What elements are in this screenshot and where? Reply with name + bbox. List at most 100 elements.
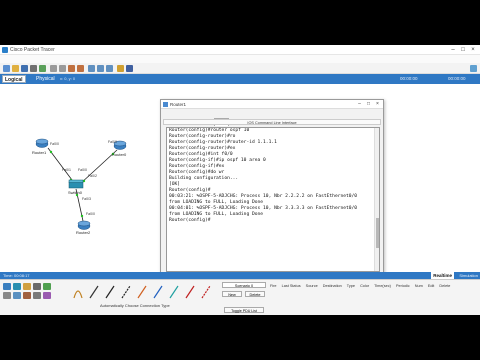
device-label-router1: Router1 — [32, 150, 47, 155]
console-cable-icon — [89, 285, 99, 299]
undo-icon[interactable] — [68, 65, 75, 72]
link-router1-switch0 — [47, 147, 76, 185]
serial-dte-cable-icon — [201, 285, 211, 299]
title-bar: Cisco Packet Tracer – □ × — [0, 45, 480, 55]
pdu-col-destination: Destination — [322, 284, 342, 288]
link-status-dot — [49, 150, 53, 154]
multiuser-category-icon[interactable] — [43, 292, 51, 299]
crossover-cable-icon — [121, 285, 131, 299]
pdu-col-periodic: Periodic — [395, 284, 410, 288]
tab-logical[interactable]: Logical — [2, 75, 26, 83]
simulation-mode-button[interactable]: Simulation — [459, 272, 478, 279]
menu-bar: File Edit Options View Tools Extensions … — [0, 55, 480, 69]
cli-header: IOS Command Line Interface — [163, 119, 381, 125]
workspace-bar: Logical Physical x: 0, y: 0 00:00:00 00:… — [0, 74, 480, 84]
phone-cable-icon — [153, 285, 163, 299]
packet-tracer-logo-icon — [2, 47, 8, 53]
pdu-col-edit: Edit — [427, 284, 435, 288]
realtime-mode-button[interactable]: Realtime — [431, 272, 454, 279]
packet-tracer-window: Cisco Packet Tracer – □ × File Edit Opti… — [0, 45, 480, 315]
paste-icon[interactable] — [59, 65, 66, 72]
port-label: Fa0/0 — [78, 168, 87, 172]
router1-cli-window: Router1 – □ × Physical Config CLI Attrib… — [160, 99, 384, 291]
topology-diagram — [35, 138, 127, 230]
switches-category-icon[interactable] — [13, 283, 21, 290]
zoom-reset-icon[interactable] — [106, 65, 113, 72]
wan-emulation-category-icon[interactable] — [23, 292, 31, 299]
save-icon[interactable] — [21, 65, 28, 72]
cli-window-title-bar: Router1 – □ × — [161, 100, 383, 109]
port-label: Fa0/0 — [108, 140, 117, 144]
cli-maximize-button[interactable]: □ — [364, 100, 373, 108]
new-file-icon[interactable] — [3, 65, 10, 72]
video-frame: Cisco Packet Tracer – □ × File Edit Opti… — [0, 0, 480, 360]
scenario-select[interactable]: Scenario 0 — [222, 282, 266, 288]
drawing-palette-icon[interactable] — [117, 65, 124, 72]
serial-dce-cable-icon — [185, 285, 195, 299]
custom-devices-icon[interactable] — [126, 65, 133, 72]
routers-category-icon[interactable] — [3, 283, 11, 290]
open-folder-icon[interactable] — [12, 65, 19, 72]
terminal-scrollbar[interactable] — [374, 128, 379, 271]
cli-terminal[interactable]: Router(config)#router ospf 10 Router(con… — [166, 127, 380, 272]
cli-close-button[interactable]: × — [373, 100, 382, 108]
device-tabs: Physical Config CLI Attributes — [163, 111, 258, 126]
print-icon[interactable] — [30, 65, 37, 72]
port-label: Fa0/2 — [88, 174, 97, 178]
pdu-col-type: Type — [346, 284, 355, 288]
tab-physical[interactable]: Physical — [34, 75, 57, 83]
router2-icon — [77, 220, 91, 230]
redo-icon[interactable] — [77, 65, 84, 72]
wireless-category-icon[interactable] — [13, 292, 21, 299]
zoom-out-icon[interactable] — [97, 65, 104, 72]
auto-connection-icon — [73, 290, 83, 299]
pdu-col-num: Num — [414, 284, 423, 288]
cli-window-title: Router1 — [170, 102, 187, 107]
pdu-list-header: Fire Last Status Source Destination Type… — [270, 284, 454, 289]
close-button[interactable]: × — [468, 46, 478, 54]
coaxial-cable-icon — [169, 285, 179, 299]
pdu-col-fire: Fire — [270, 284, 277, 288]
maximize-button[interactable]: □ — [458, 46, 468, 54]
straight-through-cable-icon — [105, 285, 115, 299]
pdu-col-time: Time(sec) — [374, 284, 391, 288]
custom-devices-category-icon[interactable] — [33, 292, 41, 299]
pdu-col-last-status: Last Status — [281, 284, 301, 288]
new-scenario-button[interactable]: New — [222, 291, 242, 297]
router1-icon — [35, 138, 49, 148]
router-window-icon — [163, 102, 168, 107]
window-title: Cisco Packet Tracer — [10, 47, 55, 53]
connection-type-label: Automatically Choose Connection Type — [100, 303, 170, 308]
simulation-time: Time: 00:08:17 — [3, 273, 30, 278]
zoom-in-icon[interactable] — [88, 65, 95, 72]
terminal-line: Router(config)# — [169, 218, 211, 223]
device-label-router2: Router2 — [76, 230, 91, 235]
copy-icon[interactable] — [50, 65, 57, 72]
cli-minimize-button[interactable]: – — [355, 100, 364, 108]
port-label: Fa0/0 — [86, 212, 95, 216]
connections-category-icon[interactable] — [23, 283, 31, 290]
minimize-button[interactable]: – — [448, 46, 458, 54]
link-status-dot — [80, 214, 84, 218]
activity-wizard-icon[interactable] — [39, 65, 46, 72]
sim-clock-2: 00:00:00 — [448, 76, 466, 81]
security-category-icon[interactable] — [43, 283, 51, 290]
fiber-cable-icon — [137, 285, 147, 299]
end-devices-category-icon[interactable] — [33, 283, 41, 290]
delete-scenario-button[interactable]: Delete — [245, 291, 265, 297]
pdu-col-color: Color — [360, 284, 370, 288]
pdu-col-delete: Delete — [439, 284, 451, 288]
port-label: Fa0/0 — [50, 142, 59, 146]
toolbar — [0, 63, 480, 74]
device-label-router0: Router0 — [112, 152, 127, 157]
device-label-switch0: Switch0 — [68, 190, 83, 195]
cable-types — [73, 285, 211, 299]
device-panel: Automatically Choose Connection Type Sce… — [0, 279, 480, 315]
hubs-category-icon[interactable] — [3, 292, 11, 299]
sim-clock: 00:00:00 — [400, 76, 418, 81]
toggle-pdu-list-button[interactable]: Toggle PDU List Window — [224, 307, 264, 313]
pdu-col-source: Source — [305, 284, 318, 288]
cursor-coordinates: x: 0, y: 0 — [60, 76, 76, 81]
help-icon[interactable] — [470, 65, 477, 72]
scrollbar-thumb[interactable] — [376, 218, 379, 248]
